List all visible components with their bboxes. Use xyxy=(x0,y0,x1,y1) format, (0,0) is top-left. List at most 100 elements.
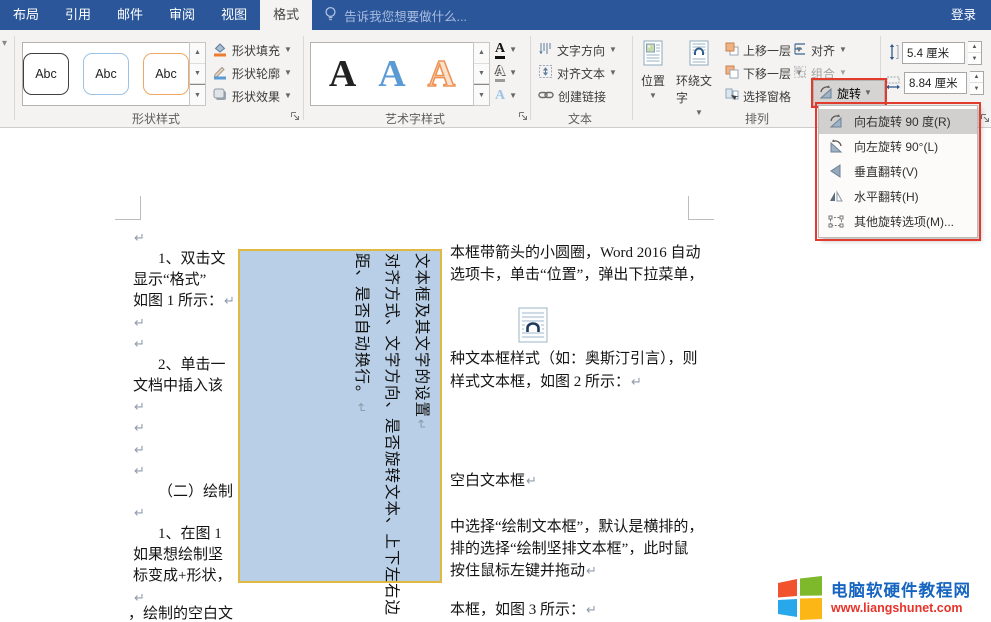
shape-width-input[interactable]: 8.84 厘米 xyxy=(904,72,967,94)
text-direction-button[interactable]: 文字方向▼ xyxy=(538,40,617,60)
doc-line[interactable]: 标变成+形状， xyxy=(133,566,232,587)
doc-line[interactable]: ↵ xyxy=(133,313,145,334)
text-fill-button[interactable]: A▼ xyxy=(495,40,517,60)
gallery-down-icon[interactable]: ▼ xyxy=(190,64,205,85)
text-box-rotated-text[interactable]: 文本框及其文字的设置↵ 对齐方式、文字方向、是否旋转文本、上下左右边 距、是否自… xyxy=(348,253,436,571)
shape-effects-button[interactable]: 形状效果▼ xyxy=(212,86,292,106)
rotate-icon xyxy=(818,84,834,103)
doc-line[interactable]: 本框，如图 3 所示：↵ xyxy=(450,600,597,621)
wordart-thumb-1[interactable]: A xyxy=(329,55,356,93)
menu-item-flip-horizontal[interactable]: 水平翻转(H) xyxy=(819,184,977,209)
doc-line[interactable]: 1、双击文 xyxy=(133,249,227,270)
shape-styles-gallery: Abc Abc Abc xyxy=(22,42,190,106)
shape-fill-icon xyxy=(212,41,228,60)
menu-item-rotate-right-90[interactable]: 向右旋转 90 度(R) xyxy=(819,109,977,134)
wrap-text-button[interactable]: 环绕文字 ▼ xyxy=(676,40,722,117)
create-link-button[interactable]: 创建链接 xyxy=(538,86,606,106)
doc-line[interactable]: 按住鼠标左键并拖动↵ xyxy=(450,561,597,582)
wordart-thumb-3[interactable]: A xyxy=(428,55,455,93)
doc-line[interactable]: ↵ xyxy=(133,461,145,482)
selection-pane-label: 选择窗格 xyxy=(743,88,791,105)
menu-item-flip-vertical[interactable]: 垂直翻转(V) xyxy=(819,159,977,184)
doc-line[interactable]: 选项卡，单击“位置”，弹出下拉菜单， xyxy=(450,265,704,286)
doc-line[interactable]: 1、在图 1 xyxy=(133,524,223,545)
shape-height-input[interactable]: 5.4 厘米 xyxy=(902,42,965,64)
gallery-up-icon[interactable]: ▲ xyxy=(190,43,205,64)
doc-line[interactable]: 种文本框样式（如：奥斯汀引言），则 xyxy=(450,349,699,370)
align-text-icon xyxy=(538,64,553,82)
doc-line[interactable]: ↵ xyxy=(133,334,145,355)
doc-line[interactable]: 如果想绘制坚 xyxy=(133,545,224,566)
stepper-down-icon[interactable]: ▼ xyxy=(970,83,983,94)
send-backward-button[interactable]: 下移一层▼ xyxy=(725,63,803,83)
bring-forward-label: 上移一层 xyxy=(743,42,791,59)
doc-line[interactable]: 中选择“绘制文本框”，默认是横排的， xyxy=(450,517,704,538)
rotate-button[interactable]: 旋转 ▼ xyxy=(813,80,885,106)
menu-item-more-rotation-options[interactable]: 其他旋转选项(M)... xyxy=(819,209,977,234)
shape-fill-button[interactable]: 形状填充▼ xyxy=(212,40,292,60)
shape-outline-button[interactable]: 形状轮廓▼ xyxy=(212,63,292,83)
position-label: 位置 xyxy=(641,72,665,89)
doc-line[interactable]: ↵ xyxy=(133,503,145,524)
gallery-more-icon[interactable]: ▼ xyxy=(190,84,205,105)
doc-line[interactable]: 显示“格式” xyxy=(133,270,207,291)
gallery-down-icon[interactable]: ▼ xyxy=(474,64,489,85)
wordart-thumb-2[interactable]: A xyxy=(378,55,405,93)
text-direction-icon xyxy=(538,41,553,59)
doc-line[interactable]: 样式文本框，如图 2 所示：↵ xyxy=(450,372,642,393)
sign-in-button[interactable]: 登录 xyxy=(936,0,991,30)
chevron-down-icon: ▼ xyxy=(509,46,517,54)
align-objects-button[interactable]: 对齐▼ xyxy=(793,40,847,60)
doc-line[interactable]: 2、单击一 xyxy=(133,355,227,376)
align-text-button[interactable]: 对齐文本▼ xyxy=(538,63,617,83)
doc-line[interactable]: 文档中插入该 xyxy=(133,376,224,397)
doc-line[interactable]: ↵ xyxy=(133,440,145,461)
text-effects-button[interactable]: A▼ xyxy=(495,86,517,106)
textbox-line: 文本框及其文字的设置↵ xyxy=(406,253,436,571)
size-dialog-launcher-icon[interactable] xyxy=(980,113,991,124)
doc-line[interactable]: ↵ xyxy=(133,397,145,418)
doc-line[interactable]: 本框带箭头的小圆圈，Word 2016 自动 xyxy=(450,243,701,264)
tab-format-active[interactable]: 格式 xyxy=(260,0,312,30)
doc-line[interactable]: （二）绘制 xyxy=(133,482,234,503)
gallery-more-icon[interactable]: ▼ xyxy=(474,84,489,105)
bring-forward-button[interactable]: 上移一层▼ xyxy=(725,40,803,60)
selection-pane-button[interactable]: 选择窗格 xyxy=(725,86,791,106)
rotate-left-icon xyxy=(828,138,844,154)
text-outline-button[interactable]: A▼ xyxy=(495,63,517,83)
shape-height-stepper[interactable]: ▲▼ xyxy=(968,41,982,65)
tab-layout[interactable]: 布局 xyxy=(0,0,52,30)
shape-style-thumb-1[interactable]: Abc xyxy=(23,53,69,95)
shape-style-thumb-2[interactable]: Abc xyxy=(83,53,129,95)
doc-line[interactable]: 如图 1 所示：↵ xyxy=(133,291,235,312)
tell-me-search[interactable]: 告诉我您想要做什么... xyxy=(324,0,467,30)
doc-line[interactable]: ，绘制的空白文 xyxy=(128,604,234,622)
gallery-up-icon[interactable]: ▲ xyxy=(474,43,489,64)
tab-references[interactable]: 引用 xyxy=(52,0,104,30)
doc-line[interactable]: 排的选择“绘制坚排文本框”，此时鼠 xyxy=(450,539,689,560)
shape-styles-group-label: 形状样式 xyxy=(16,110,296,127)
lightbulb-icon xyxy=(324,6,337,25)
stepper-down-icon[interactable]: ▼ xyxy=(968,53,981,64)
shape-style-thumb-3[interactable]: Abc xyxy=(143,53,189,95)
doc-line[interactable]: 空白文本框↵ xyxy=(450,471,537,492)
tab-review[interactable]: 审阅 xyxy=(156,0,208,30)
wordart-dialog-launcher-icon[interactable] xyxy=(518,111,529,122)
position-button[interactable]: 位置 ▼ xyxy=(630,40,676,100)
stepper-up-icon[interactable]: ▲ xyxy=(970,72,983,83)
shape-width-stepper[interactable]: ▲▼ xyxy=(970,71,984,95)
doc-line[interactable]: ↵ xyxy=(133,418,145,439)
chevron-down-icon: ▼ xyxy=(609,69,617,77)
tab-mailings[interactable]: 邮件 xyxy=(104,0,156,30)
menu-item-rotate-left-90[interactable]: 向左旋转 90°(L) xyxy=(819,134,977,159)
word-window: 布局 引用 邮件 审阅 视图 格式 告诉我您想要做什么... 登录 ▾ Abc … xyxy=(0,0,991,622)
align-objects-icon xyxy=(793,42,807,59)
doc-line[interactable]: ↵ xyxy=(133,228,145,249)
stepper-up-icon[interactable]: ▲ xyxy=(968,42,981,53)
group-objects-label: 组合 xyxy=(811,65,835,82)
menu-item-label: 水平翻转(H) xyxy=(854,188,919,205)
search-placeholder: 告诉我您想要做什么... xyxy=(344,6,467,25)
position-icon xyxy=(642,40,664,69)
shape-styles-dialog-launcher-icon[interactable] xyxy=(290,111,301,122)
tab-view[interactable]: 视图 xyxy=(208,0,260,30)
